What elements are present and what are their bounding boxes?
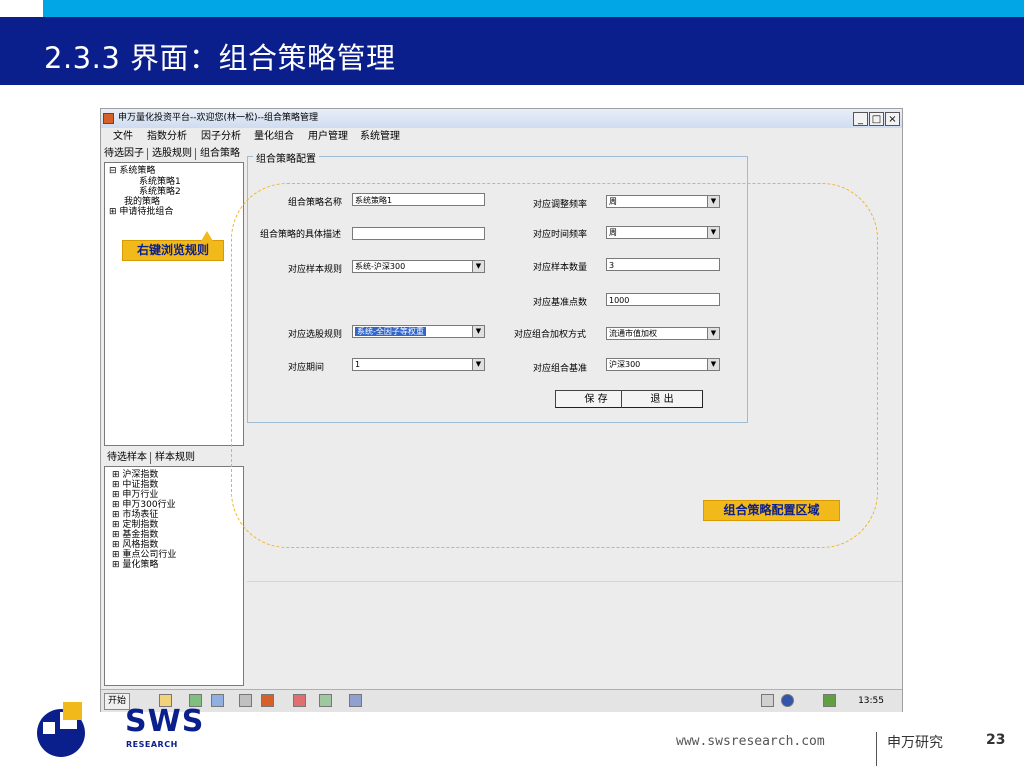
top-accent-strip bbox=[0, 0, 1024, 17]
tree-node-system-strategy-1[interactable]: 系统策略1 bbox=[139, 177, 181, 187]
tree-node-sw-industry[interactable]: ⊞ 申万行业 bbox=[112, 490, 158, 500]
taskbar: 开始 13:55 bbox=[101, 689, 902, 712]
divider-line bbox=[247, 581, 902, 582]
tab-divider bbox=[195, 148, 196, 160]
tree-node-style-index[interactable]: ⊞ 风格指数 bbox=[112, 540, 158, 550]
tab-divider bbox=[147, 148, 148, 160]
sws-logo-mark bbox=[37, 702, 85, 757]
tree-node-custom-index[interactable]: ⊞ 定制指数 bbox=[112, 520, 158, 530]
menu-index-analysis[interactable]: 指数分析 bbox=[147, 128, 187, 146]
logo-text: SWS bbox=[125, 704, 205, 739]
tree-node-csi-index[interactable]: ⊞ 中证指数 bbox=[112, 480, 158, 490]
tree-node-market-rep[interactable]: ⊞ 市场表征 bbox=[112, 510, 158, 520]
tab-divider bbox=[150, 452, 151, 464]
callout-pointer bbox=[201, 231, 213, 241]
app-icon bbox=[103, 113, 114, 124]
menu-file[interactable]: 文件 bbox=[113, 128, 133, 146]
tab-candidate-samples[interactable]: 待选样本 bbox=[107, 450, 147, 466]
slide-header: 2.3.3 界面：组合策略管理 bbox=[0, 17, 1024, 85]
tree-node-quant-strategy[interactable]: ⊞ 量化策略 bbox=[112, 560, 158, 570]
close-button[interactable]: × bbox=[885, 112, 900, 126]
system-clock: 13:55 bbox=[858, 696, 884, 706]
footer-url: www.swsresearch.com bbox=[676, 734, 825, 749]
window-controls: _ □ × bbox=[852, 111, 900, 126]
footer-divider bbox=[876, 732, 877, 766]
tree-node-system-strategy[interactable]: ⊟ 系统策略 bbox=[109, 166, 155, 176]
help-icon[interactable] bbox=[781, 694, 794, 707]
tree-node-my-strategy[interactable]: 我的策略 bbox=[124, 197, 160, 207]
tab-candidate-factors[interactable]: 待选因子 bbox=[104, 146, 144, 162]
menu-system-management[interactable]: 系统管理 bbox=[360, 128, 400, 146]
window-icon[interactable] bbox=[349, 694, 362, 707]
footer-company: 申万研究 bbox=[887, 735, 943, 751]
strategy-tree: ⊟ 系统策略 系统策略1 系统策略2 我的策略 ⊞ 申请待批组合 bbox=[104, 162, 244, 446]
tab-portfolio-strategy[interactable]: 组合策略 bbox=[200, 146, 240, 162]
left-top-tabs: 待选因子 选股规则 组合策略 bbox=[104, 146, 245, 162]
panel-title: 组合策略配置 bbox=[253, 150, 319, 165]
callout-browse-rules: 右键浏览规则 bbox=[122, 231, 224, 261]
tree-node-fund-index[interactable]: ⊞ 基金指数 bbox=[112, 530, 158, 540]
tool-icon[interactable] bbox=[239, 694, 252, 707]
tree-node-key-company-industry[interactable]: ⊞ 重点公司行业 bbox=[112, 550, 176, 560]
minimize-button[interactable]: _ bbox=[853, 112, 868, 126]
network-icon[interactable] bbox=[319, 694, 332, 707]
word-icon[interactable] bbox=[211, 694, 224, 707]
pdf-icon[interactable] bbox=[293, 694, 306, 707]
callout-config-area: 组合策略配置区域 bbox=[703, 500, 840, 521]
window-title: 申万量化投资平台--欢迎您(林一松)--组合策略管理 bbox=[118, 113, 319, 123]
maximize-button[interactable]: □ bbox=[869, 112, 884, 126]
top-cyan-bar bbox=[43, 0, 1024, 17]
window-titlebar: 申万量化投资平台--欢迎您(林一松)--组合策略管理 _ □ × bbox=[101, 109, 902, 128]
left-bottom-tabs: 待选样本 样本规则 bbox=[104, 450, 245, 466]
menu-factor-analysis[interactable]: 因子分析 bbox=[201, 128, 241, 146]
callout-browse-rules-label: 右键浏览规则 bbox=[136, 243, 209, 257]
menu-user-management[interactable]: 用户管理 bbox=[308, 128, 348, 146]
tree-node-pending-portfolios[interactable]: ⊞ 申请待批组合 bbox=[109, 207, 173, 217]
tree-node-sw300-industry[interactable]: ⊞ 申万300行业 bbox=[112, 500, 176, 510]
tab-sample-rules[interactable]: 样本规则 bbox=[155, 450, 195, 466]
printer-icon[interactable] bbox=[761, 694, 774, 707]
sample-tree: ⊞ 沪深指数 ⊞ 中证指数 ⊞ 申万行业 ⊞ 申万300行业 ⊞ 市场表征 ⊞ … bbox=[104, 466, 244, 686]
menu-quant-portfolio[interactable]: 量化组合 bbox=[254, 128, 294, 146]
logo-subtext: RESEARCH bbox=[126, 740, 178, 749]
page-number: 23 bbox=[986, 732, 1006, 748]
app-icon[interactable] bbox=[261, 694, 274, 707]
menu-bar: 文件 指数分析 因子分析 量化组合 用户管理 系统管理 bbox=[101, 128, 902, 146]
tree-node-system-strategy-2[interactable]: 系统策略2 bbox=[139, 187, 181, 197]
config-area-highlight bbox=[231, 183, 878, 548]
signal-icon bbox=[823, 694, 836, 707]
sws-logo: SWS RESEARCH bbox=[34, 702, 203, 762]
tree-node-hs-index[interactable]: ⊞ 沪深指数 bbox=[112, 470, 158, 480]
slide-title: 2.3.3 界面：组合策略管理 bbox=[44, 41, 396, 75]
app-window-screenshot: 申万量化投资平台--欢迎您(林一松)--组合策略管理 _ □ × 文件 指数分析 因… bbox=[100, 108, 903, 712]
tab-stock-rules[interactable]: 选股规则 bbox=[152, 146, 192, 162]
